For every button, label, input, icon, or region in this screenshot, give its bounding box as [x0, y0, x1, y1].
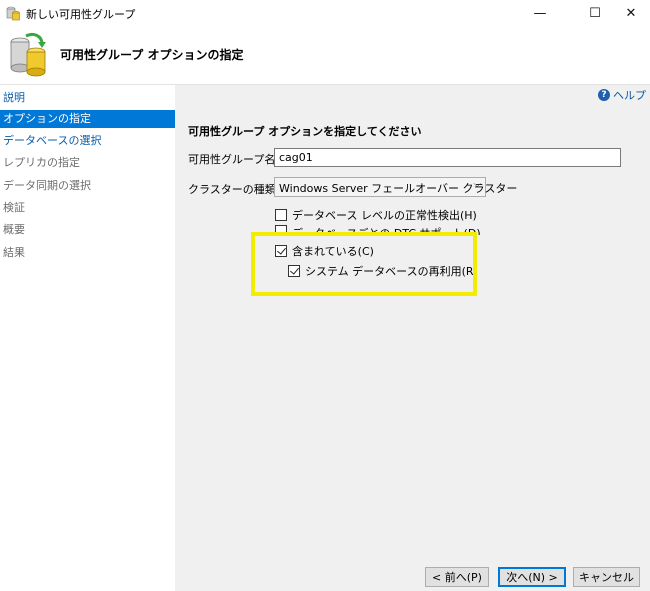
help-icon: ?	[598, 89, 610, 101]
wizard-footer: < 前へ(P) 次へ(N) > キャンセル	[175, 565, 650, 591]
help-link[interactable]: ? ヘルプ	[598, 87, 646, 103]
close-button[interactable]: ✕	[608, 0, 650, 26]
wizard-header: 可用性グループ オプションの指定	[0, 26, 650, 84]
ag-name-input[interactable]: cag01	[274, 148, 621, 167]
cluster-type-select[interactable]: Windows Server フェールオーバー クラスター ⌵	[274, 177, 517, 197]
sidebar-item-specify-replicas: レプリカの指定	[3, 156, 80, 169]
sidebar-item-introduction[interactable]: 説明	[0, 89, 175, 107]
help-label: ヘルプ	[613, 89, 646, 102]
chevron-down-icon: ⌵	[473, 179, 481, 190]
cancel-button[interactable]: キャンセル	[573, 567, 640, 587]
db-health-detection-label: データベース レベルの正常性検出(H)	[292, 209, 477, 222]
previous-button[interactable]: < 前へ(P)	[425, 567, 489, 587]
availability-group-app-icon	[6, 5, 20, 21]
sidebar-item-summary: 概要	[3, 223, 25, 236]
options-panel: ? ヘルプ 可用性グループ オプションを指定してください 可用性グループ名(A)…	[175, 84, 650, 565]
sidebar-item-results: 結果	[3, 246, 25, 259]
title-bar: 新しい可用性グループ — ☐ ✕	[0, 0, 650, 26]
wizard-step-sidebar: 説明 オプションの指定 データベースの選択 レプリカの指定 データ同期の選択 検…	[0, 84, 175, 591]
db-health-detection-option[interactable]: データベース レベルの正常性検出(H)	[275, 207, 477, 223]
db-health-detection-checkbox[interactable]	[275, 209, 287, 221]
next-button[interactable]: 次へ(N) >	[498, 567, 566, 587]
sidebar-item-data-sync: データ同期の選択	[3, 179, 91, 192]
sidebar-item-validation: 検証	[3, 201, 25, 214]
sidebar-item-specify-options[interactable]: オプションの指定	[0, 110, 175, 128]
highlight-box	[251, 232, 477, 296]
availability-group-icon	[8, 30, 48, 80]
page-heading: 可用性グループ オプションの指定	[60, 48, 244, 62]
sidebar-item-select-databases[interactable]: データベースの選択	[0, 132, 175, 150]
section-title: 可用性グループ オプションを指定してください	[188, 125, 422, 138]
minimize-button[interactable]: —	[517, 0, 563, 26]
cluster-type-value: Windows Server フェールオーバー クラスター	[279, 182, 518, 195]
window-title: 新しい可用性グループ	[26, 8, 136, 21]
